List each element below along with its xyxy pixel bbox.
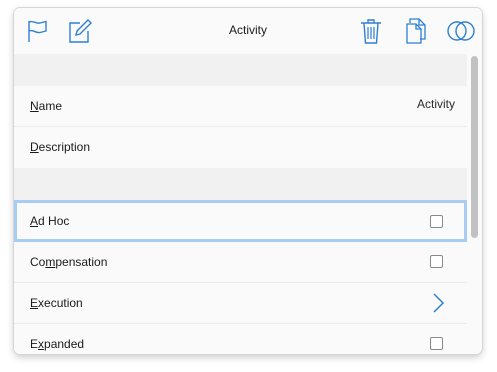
ad-hoc-label: Ad Hoc: [30, 214, 70, 228]
row-execution[interactable]: Execution: [14, 283, 467, 324]
row-compensation[interactable]: Compensation: [14, 242, 467, 283]
row-ad-hoc[interactable]: Ad Hoc: [14, 200, 467, 242]
properties-panel: Activity Name Activity Description Ad Ho…: [14, 8, 482, 354]
vertical-scrollbar[interactable]: [471, 56, 478, 238]
overlap-circles-icon[interactable]: [446, 18, 476, 44]
row-name[interactable]: Name Activity: [14, 86, 467, 127]
name-value[interactable]: Activity: [417, 97, 455, 111]
copy-icon[interactable]: [403, 17, 429, 45]
ad-hoc-checkbox[interactable]: [430, 215, 443, 228]
expanded-label: Expanded: [30, 337, 85, 351]
flag-icon[interactable]: [24, 18, 50, 44]
row-expanded[interactable]: Expanded: [14, 324, 467, 354]
toolbar: Activity: [14, 8, 482, 54]
expanded-checkbox[interactable]: [430, 337, 443, 350]
chevron-right-icon[interactable]: [431, 292, 445, 314]
section-separator: [14, 168, 467, 200]
trash-icon[interactable]: [358, 17, 384, 45]
compensation-label: Compensation: [30, 255, 108, 269]
section-separator: [14, 54, 467, 86]
compensation-checkbox[interactable]: [430, 255, 443, 268]
execution-label: Execution: [30, 296, 83, 310]
description-label: Description: [30, 140, 91, 154]
properties-list: Name Activity Description Ad Hoc Compens…: [14, 54, 467, 354]
row-description[interactable]: Description: [14, 127, 467, 168]
name-label: Name: [30, 99, 63, 113]
edit-icon[interactable]: [67, 18, 93, 44]
